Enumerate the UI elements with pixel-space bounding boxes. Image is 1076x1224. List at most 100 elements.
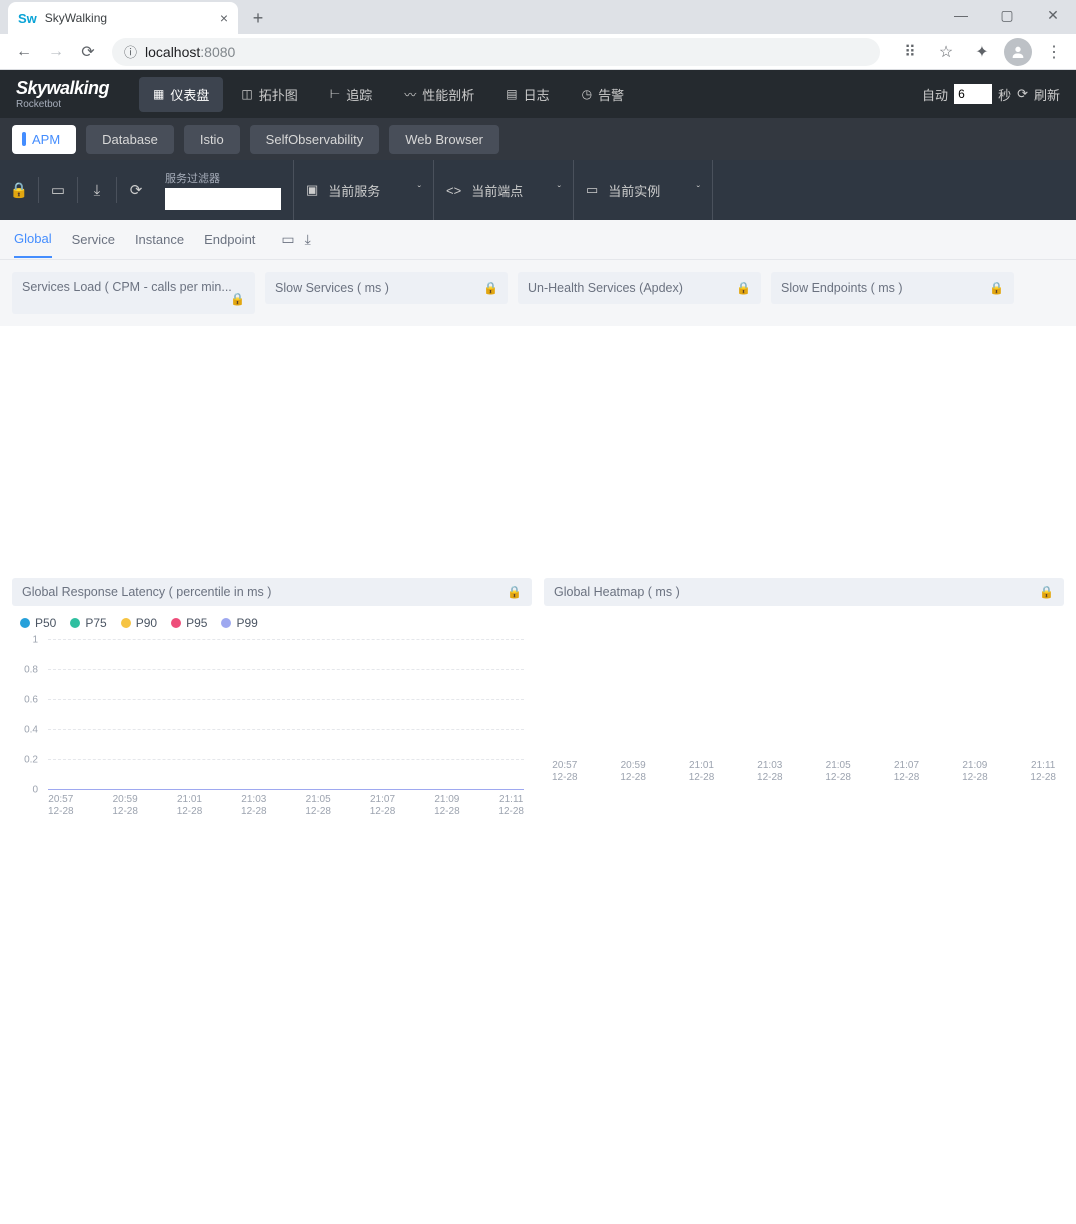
grid-line <box>48 699 524 700</box>
browser-tab[interactable]: Sw SkyWalking × <box>8 2 238 34</box>
toolbar-actions: 🔒 ▭ ⤓ ⟳ <box>0 160 155 220</box>
x-axis: 20:5712-2820:5912-2821:0112-2821:0312-28… <box>552 760 1056 784</box>
tab-instance[interactable]: Instance <box>135 222 184 257</box>
tab-global[interactable]: Global <box>14 221 52 258</box>
forward-button[interactable]: → <box>40 36 72 68</box>
open-folder-icon[interactable]: ▭ <box>281 231 294 248</box>
latency-chart: 00.20.40.60.81 20:5712-2820:5912-2821:01… <box>12 640 532 820</box>
refresh-interval-input[interactable] <box>954 84 992 104</box>
address-bar-icons: ⠿ ☆ ✦ ⋮ <box>896 38 1068 66</box>
browser-chrome: Sw SkyWalking × + — ▢ ✕ ← → ⟳ ⓘ localhos… <box>0 0 1076 70</box>
legend-item[interactable]: P50 <box>20 616 56 630</box>
x-tick: 21:0512-28 <box>825 760 851 784</box>
download-button[interactable]: ⤓ <box>78 160 116 220</box>
tab-service[interactable]: Service <box>72 222 115 257</box>
card-title: Un-Health Services (Apdex) <box>528 281 683 295</box>
refresh-label[interactable]: 刷新 <box>1034 85 1060 104</box>
log-icon: ▤ <box>506 87 517 101</box>
maximize-button[interactable]: ▢ <box>984 0 1030 30</box>
window-controls: — ▢ ✕ <box>938 0 1076 30</box>
x-tick: 21:0312-28 <box>241 794 267 818</box>
nav-trace[interactable]: ⊢追踪 <box>316 77 386 112</box>
legend-dot <box>121 618 131 628</box>
minimize-button[interactable]: — <box>938 0 984 30</box>
card-unhealth-services[interactable]: Un-Health Services (Apdex) 🔒 <box>518 272 761 304</box>
y-tick: 0.2 <box>24 755 38 766</box>
new-tab-button[interactable]: + <box>244 4 272 32</box>
nav-topology[interactable]: ◫拓扑图 <box>227 77 311 112</box>
lock-button[interactable]: 🔒 <box>0 160 38 220</box>
pill-database[interactable]: Database <box>86 125 174 154</box>
grid-line <box>48 639 524 640</box>
card-slow-services[interactable]: Slow Services ( ms ) 🔒 <box>265 272 508 304</box>
legend-item[interactable]: P99 <box>221 616 257 630</box>
extensions-icon[interactable]: ✦ <box>968 38 996 66</box>
back-button[interactable]: ← <box>8 36 40 68</box>
top-nav: Skywalking Rocketbot ▦仪表盘 ◫拓扑图 ⊢追踪 〰性能剖析… <box>0 70 1076 118</box>
x-tick: 21:0912-28 <box>962 760 988 784</box>
lock-icon: 🔒 <box>989 281 1004 295</box>
folder-button[interactable]: ▭ <box>39 160 77 220</box>
url-input[interactable]: ⓘ localhost:8080 <box>112 38 880 66</box>
card-title: Slow Services ( ms ) <box>275 281 389 295</box>
nav-profile[interactable]: 〰性能剖析 <box>390 77 488 112</box>
bookmark-icon[interactable]: ☆ <box>932 38 960 66</box>
top-cards-row: Services Load ( CPM - calls per min... 🔒… <box>0 260 1076 326</box>
selector-label: 当前端点 <box>471 181 523 200</box>
pill-selfobservability[interactable]: SelfObservability <box>250 125 380 154</box>
download-icon[interactable]: ⤓ <box>305 231 311 248</box>
lock-icon: 🔒 <box>1039 585 1054 599</box>
pill-istio[interactable]: Istio <box>184 125 240 154</box>
chevron-down-icon: ˇ <box>418 185 421 196</box>
latency-chart-card: Global Response Latency ( percentile in … <box>12 578 532 820</box>
current-instance-selector[interactable]: ▭ 当前实例 ˇ <box>573 160 713 220</box>
menu-icon[interactable]: ⋮ <box>1040 38 1068 66</box>
card-title: Services Load ( CPM - calls per min... <box>22 280 232 294</box>
card-services-load[interactable]: Services Load ( CPM - calls per min... 🔒 <box>12 272 255 314</box>
card-title: Global Response Latency ( percentile in … <box>22 585 271 599</box>
skywalking-app: Skywalking Rocketbot ▦仪表盘 ◫拓扑图 ⊢追踪 〰性能剖析… <box>0 70 1076 832</box>
card-slow-endpoints[interactable]: Slow Endpoints ( ms ) 🔒 <box>771 272 1014 304</box>
legend-dot <box>70 618 80 628</box>
close-window-button[interactable]: ✕ <box>1030 0 1076 30</box>
url-port: :8080 <box>200 44 235 60</box>
nav-label: 告警 <box>598 85 624 104</box>
reload-button[interactable]: ⟳ <box>72 36 104 68</box>
profile-icon: 〰 <box>404 86 416 103</box>
legend-dot <box>221 618 231 628</box>
lock-icon: 🔒 <box>507 585 522 599</box>
translate-icon[interactable]: ⠿ <box>896 38 924 66</box>
pill-apm[interactable]: APM <box>12 125 76 154</box>
close-tab-icon[interactable]: × <box>220 10 228 26</box>
alarm-icon: ◷ <box>582 87 592 101</box>
x-tick: 21:0112-28 <box>177 794 203 818</box>
profile-avatar[interactable] <box>1004 38 1032 66</box>
nav-log[interactable]: ▤日志 <box>492 77 563 112</box>
selector-label: 当前服务 <box>328 181 380 200</box>
grid-line <box>48 729 524 730</box>
x-tick: 20:5712-28 <box>48 794 74 818</box>
nav-dashboard[interactable]: ▦ 仪表盘 <box>139 77 223 112</box>
pill-label: Istio <box>200 132 224 147</box>
current-service-selector[interactable]: ▣ 当前服务 ˇ <box>293 160 433 220</box>
x-tick: 21:0712-28 <box>370 794 396 818</box>
nav-label: 仪表盘 <box>170 85 209 104</box>
filter-input[interactable] <box>165 188 281 210</box>
refresh-icon[interactable]: ⟳ <box>1017 86 1028 102</box>
tab-endpoint[interactable]: Endpoint <box>204 222 255 257</box>
dashboard-icon: ▦ <box>153 87 164 101</box>
chevron-down-icon: ˇ <box>697 185 700 196</box>
address-bar: ← → ⟳ ⓘ localhost:8080 ⠿ ☆ ✦ ⋮ <box>0 34 1076 70</box>
card-header[interactable]: Global Heatmap ( ms ) 🔒 <box>544 578 1064 606</box>
monitor-icon: ▭ <box>586 182 598 198</box>
nav-alarm[interactable]: ◷ 告警 <box>568 77 639 112</box>
current-endpoint-selector[interactable]: <> 当前端点 ˇ <box>433 160 573 220</box>
card-header[interactable]: Global Response Latency ( percentile in … <box>12 578 532 606</box>
site-info-icon[interactable]: ⓘ <box>124 42 137 61</box>
pill-webbrowser[interactable]: Web Browser <box>389 125 499 154</box>
legend-item[interactable]: P90 <box>121 616 157 630</box>
legend-item[interactable]: P75 <box>70 616 106 630</box>
y-tick: 0.4 <box>24 725 38 736</box>
sync-button[interactable]: ⟳ <box>117 160 155 220</box>
legend-item[interactable]: P95 <box>171 616 207 630</box>
